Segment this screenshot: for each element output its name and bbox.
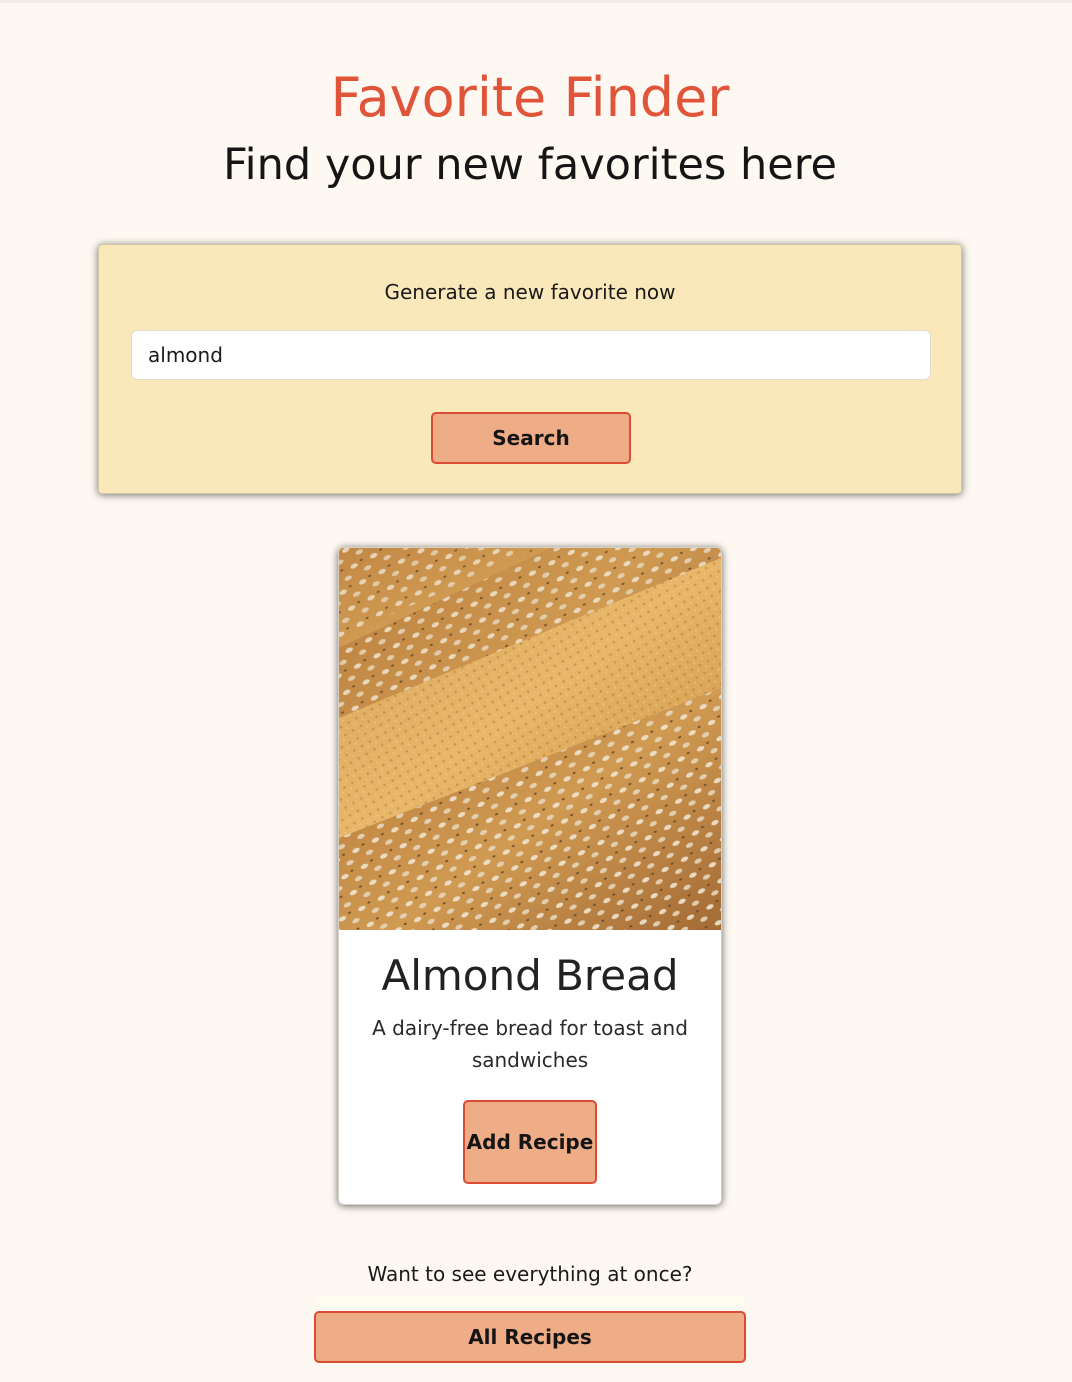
recipe-title: Almond Bread [381, 951, 679, 1000]
top-divider [0, 0, 1072, 3]
page-title: Favorite Finder [330, 66, 730, 129]
search-panel: Generate a new favorite now Search [98, 244, 962, 494]
search-button[interactable]: Search [431, 412, 631, 464]
add-recipe-button[interactable]: Add Recipe [463, 1100, 597, 1184]
recipe-image [339, 548, 721, 930]
search-panel-label: Generate a new favorite now [384, 280, 676, 304]
recipe-card: Almond Bread A dairy-free bread for toas… [338, 547, 722, 1205]
recipe-description: A dairy-free bread for toast and sandwic… [372, 1016, 688, 1072]
search-input[interactable] [131, 330, 931, 380]
all-recipes-prompt: Want to see everything at once? [367, 1262, 693, 1286]
page-subtitle: Find your new favorites here [223, 140, 837, 190]
button-highlight [316, 1297, 744, 1307]
all-recipes-button[interactable]: All Recipes [314, 1311, 746, 1363]
